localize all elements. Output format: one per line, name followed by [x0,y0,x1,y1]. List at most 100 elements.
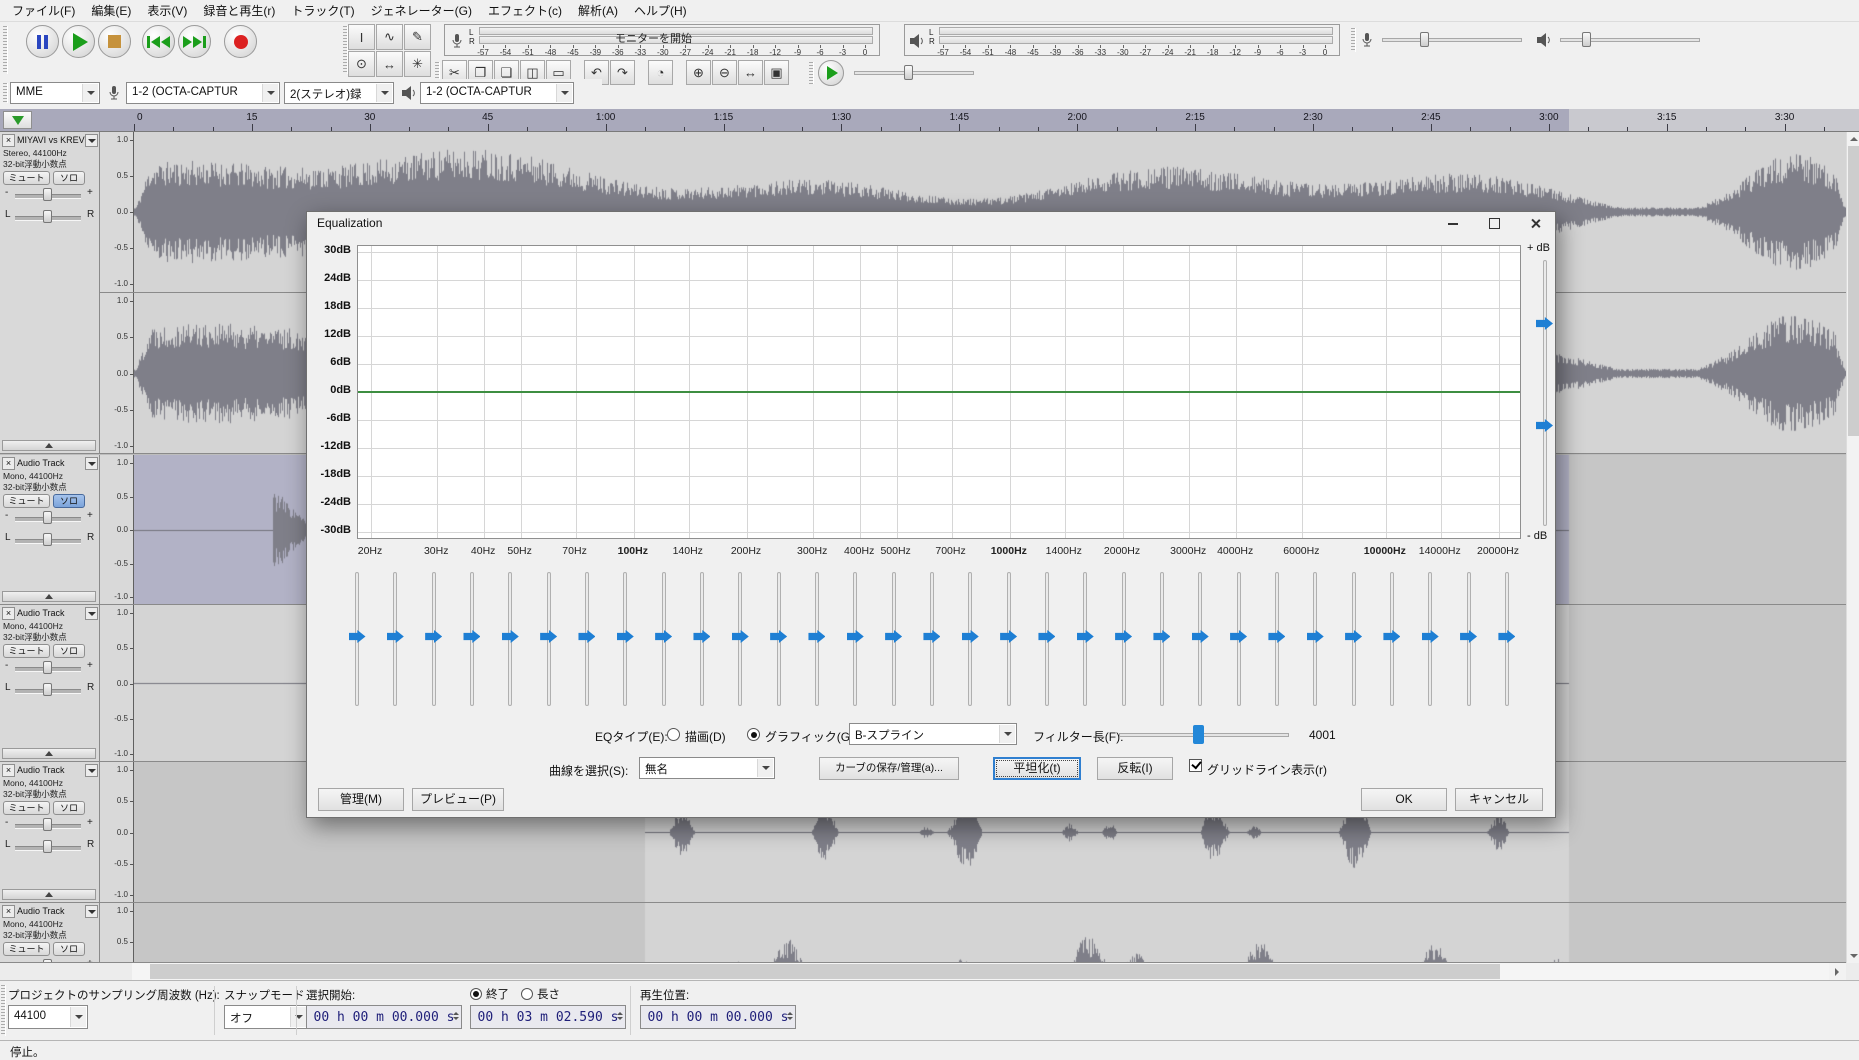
close-track-button[interactable]: × [2,607,15,620]
cancel-button[interactable]: キャンセル [1455,788,1543,811]
gain-slider-thumb[interactable] [43,818,52,831]
graphic-eq-radio[interactable] [747,728,760,741]
zoom-tool-icon[interactable]: ⊙ [348,51,375,77]
collapse-track-button[interactable] [2,440,96,451]
scroll-up-button[interactable] [1847,132,1859,145]
scroll-down-button[interactable] [1847,950,1859,963]
close-button[interactable] [1515,212,1555,235]
toolbar-grip[interactable] [1,985,6,1036]
end-radio[interactable] [470,988,482,1000]
track-menu-button[interactable] [85,607,98,620]
menu-item[interactable]: 表示(V) [139,0,195,22]
vertical-scale-ruler[interactable]: 1.00.50.0-0.5-1.0 [100,455,134,604]
playback-meter[interactable]: L R -57 -54 -51 -48 -45 -39 -36 -33 -30 -27 -24 -21… [904,24,1340,57]
solo-button[interactable]: ソロ [53,801,85,815]
solo-button[interactable]: ソロ [53,494,85,508]
recording-meter[interactable]: L R モニターを開始 -57 -54 -51 -48 -45 -39 -36 -33 -30-… [444,24,880,57]
menu-item[interactable]: ファイル(F) [4,0,83,22]
collapse-track-button[interactable] [2,591,96,602]
input-volume-thumb[interactable] [1420,32,1429,47]
minimize-button[interactable] [1433,212,1473,235]
stop-button[interactable] [98,25,131,58]
pan-slider-thumb[interactable] [43,683,52,696]
close-track-button[interactable]: × [2,905,15,918]
project-rate-select[interactable]: 44100 [8,1005,88,1029]
close-track-button[interactable]: × [2,134,15,147]
menu-item[interactable]: エフェクト(c) [480,0,570,22]
spinner-icon[interactable] [787,1009,793,1023]
ok-button[interactable]: OK [1361,788,1447,811]
solo-button[interactable]: ソロ [53,171,85,185]
redo-button[interactable]: ↷ [610,60,635,85]
menu-item[interactable]: ヘルプ(H) [626,0,695,22]
preview-button[interactable]: プレビュー(P) [412,788,504,811]
length-radio[interactable] [521,988,533,1000]
track-menu-button[interactable] [85,134,98,147]
spinner-icon[interactable] [453,1009,459,1023]
record-button[interactable] [224,25,257,58]
pause-button[interactable] [26,25,59,58]
selection-start-field[interactable]: 00 h 00 m 00.000 s [306,1005,462,1029]
dialog-title-bar[interactable]: Equalization [307,212,1555,235]
vertical-scroll-thumb[interactable] [1848,146,1859,436]
sync-lock-button[interactable]: ◔ [648,60,673,85]
filter-length-thumb[interactable] [1193,725,1204,744]
recording-channels-select[interactable]: 2(ステレオ)録 [284,82,394,104]
mute-button[interactable]: ミュート [3,644,50,658]
solo-button[interactable]: ソロ [53,942,85,956]
db-range-slider[interactable] [1543,260,1547,526]
vertical-scale-ruler[interactable]: 1.00.50.0-0.5-1.0 [100,132,134,292]
zoom-out-button[interactable]: ⊖ [712,60,737,85]
monitor-start-text[interactable]: モニターを開始 [615,30,692,46]
waveform-canvas[interactable] [134,903,1846,962]
input-volume-slider[interactable] [1382,38,1522,42]
mute-button[interactable]: ミュート [3,801,50,815]
envelope-tool-icon[interactable]: ∿ [376,24,403,50]
close-track-button[interactable]: × [2,457,15,470]
pan-slider-thumb[interactable] [43,840,52,853]
recording-device-select[interactable]: 1-2 (OCTA-CAPTUR [126,82,280,104]
track-menu-button[interactable] [85,457,98,470]
scroll-right-button[interactable] [1829,963,1846,980]
selection-end-field[interactable]: 00 h 03 m 02.590 s [470,1005,626,1029]
vertical-scrollbar[interactable] [1846,132,1859,963]
curve-select[interactable]: 無名 [639,757,775,779]
pan-slider-thumb[interactable] [43,533,52,546]
multi-tool-icon[interactable]: ✳ [404,51,431,77]
skip-to-end-button[interactable] [178,25,211,58]
playback-speed-thumb[interactable] [904,65,913,80]
invert-button[interactable]: 反転(I) [1097,757,1173,780]
output-volume-slider[interactable] [1560,38,1700,42]
track-control-panel[interactable]: × Audio Track Mono, 44100Hz 32-bit浮動小数点 ミュート… [0,762,100,902]
gain-slider-thumb[interactable] [43,511,52,524]
menu-item[interactable]: トラック(T) [283,0,362,22]
gridlines-checkbox[interactable] [1189,759,1202,772]
collapse-track-button[interactable] [2,889,96,900]
audio-position-field[interactable]: 00 h 00 m 00.000 s [640,1005,796,1029]
audio-host-select[interactable]: MME [10,82,100,104]
mute-button[interactable]: ミュート [3,942,50,956]
flatten-button[interactable]: 平坦化(t) [993,757,1081,780]
menu-item[interactable]: ジェネレーター(G) [363,0,480,22]
pan-slider-thumb[interactable] [43,210,52,223]
save-manage-curves-button[interactable]: カーブの保存/管理(a)... [819,757,959,780]
skip-to-start-button[interactable] [142,25,175,58]
vertical-scale-ruler[interactable]: 1.00.50.0-0.5-1.0 [100,605,134,761]
playback-device-select[interactable]: 1-2 (OCTA-CAPTUR [420,82,574,104]
timeshift-tool-icon[interactable]: ↔ [376,51,403,77]
gain-slider-thumb[interactable] [43,661,52,674]
playback-speed-slider[interactable] [854,71,974,75]
solo-button[interactable]: ソロ [53,644,85,658]
toolbar-grip[interactable] [809,62,814,84]
track-control-panel[interactable]: × Audio Track Mono, 44100Hz 32-bit浮動小数点 ミュート… [0,455,100,604]
manage-button[interactable]: 管理(M) [318,788,404,811]
mute-button[interactable]: ミュート [3,494,50,508]
interpolation-select[interactable]: B-スプライン [849,723,1017,745]
pinned-play-head-button[interactable] [3,111,32,129]
fit-selection-button[interactable]: ↔ [738,60,763,85]
collapse-track-button[interactable] [2,748,96,759]
vertical-scale-ruler[interactable]: 1.00.50.0-0.5-1.0 [100,903,134,962]
menu-item[interactable]: 録音と再生(r) [195,0,283,22]
vertical-scale-ruler[interactable]: 1.00.50.0-0.5-1.0 [100,293,134,453]
filter-length-slider[interactable] [1119,733,1289,737]
